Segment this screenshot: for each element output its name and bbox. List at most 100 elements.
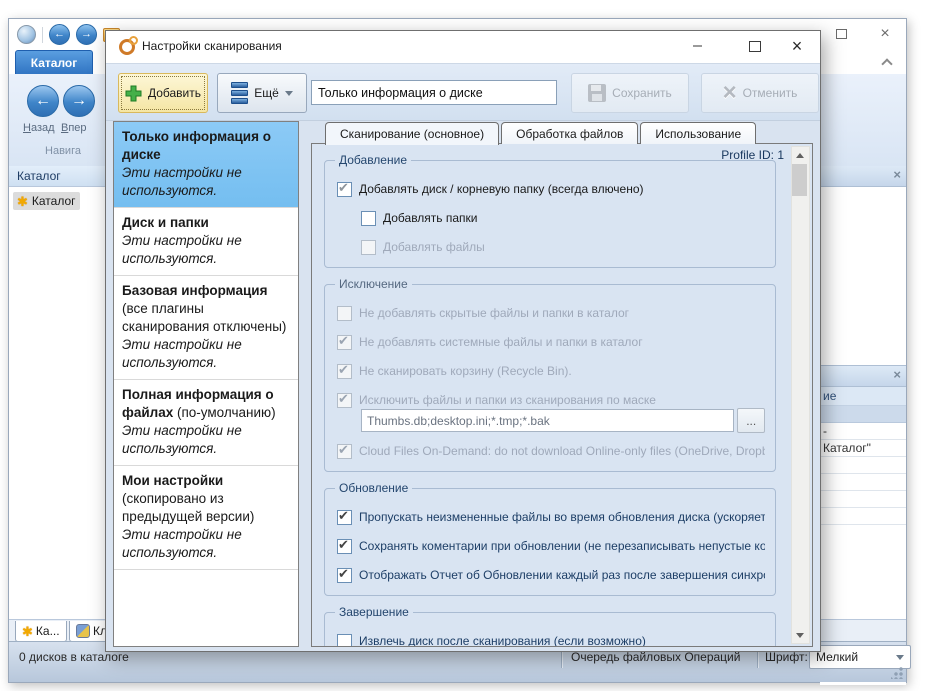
checkbox[interactable]: ✔ — [337, 633, 352, 646]
profile-list-item[interactable]: Мои настройки (скопировано из предыдущей… — [114, 466, 298, 570]
property-row[interactable] — [820, 474, 906, 491]
cancel-x-icon: × — [722, 79, 737, 106]
dialog-minimize-button[interactable] — [682, 33, 712, 59]
checkbox-row[interactable]: ✔ Не добавлять скрытые файлы и папки в к… — [337, 305, 765, 321]
checkbox-label: Пропускать неизмененные файлы во время о… — [359, 510, 765, 524]
close-icon[interactable]: × — [893, 168, 901, 181]
profile-list-item[interactable]: Полная информация о файлах (по-умолчанию… — [114, 380, 298, 466]
profile-list-item[interactable]: Базовая информация (все плагины сканиров… — [114, 276, 298, 380]
checkbox[interactable]: ✔ — [337, 442, 352, 459]
checkbox[interactable]: ✔ — [337, 537, 352, 554]
exclusion-mask-input[interactable] — [361, 409, 735, 432]
tab-label: Использование — [655, 126, 742, 141]
nav-back-button[interactable]: ← — [27, 85, 59, 117]
checkbox-label: Добавлять папки — [383, 211, 478, 225]
scroll-up-icon — [795, 152, 804, 158]
exclusion-mask-row: ... — [361, 408, 765, 433]
checkbox[interactable]: ✔ — [337, 333, 352, 350]
settings-tab-control: Сканирование (основное) Обработка файлов… — [311, 122, 813, 647]
more-button[interactable]: Ещё — [217, 73, 307, 113]
checkbox-list: ✔ Извлечь диск после сканирования (если … — [337, 633, 765, 646]
group-adding: Добавление ✔ Добавлять диск / корневую п… — [324, 153, 776, 268]
profile-title: Только информация о диске — [122, 129, 271, 162]
checkbox[interactable]: ✔ — [337, 362, 352, 379]
catalog-tree-item[interactable]: ✱ Каталог — [13, 192, 80, 210]
checkbox-label: Добавлять диск / корневую папку (всегда … — [359, 182, 644, 196]
tab[interactable]: Обработка файлов — [501, 122, 639, 144]
profile-title: Полная информация о файлах (по-умолчанию… — [122, 387, 276, 420]
qat-forward-icon[interactable]: → — [76, 24, 97, 45]
profile-list-item[interactable]: Диск и папки Эти настройки не используют… — [114, 208, 298, 276]
scroll-up-button[interactable] — [792, 147, 807, 163]
dialog-maximize-button[interactable] — [740, 33, 770, 59]
checkbox-row[interactable]: ✔ Отображать Отчет об Обновлении каждый … — [337, 566, 765, 583]
property-row[interactable]: Каталог" — [820, 440, 906, 457]
checkbox-row[interactable]: ✔ Исключить файлы и папки из сканировани… — [337, 391, 765, 408]
save-button[interactable]: Сохранить — [571, 73, 689, 113]
checkbox-row[interactable]: ✔ Добавлять диск / корневую папку (всегд… — [337, 180, 765, 197]
qat-back-icon[interactable]: ← — [49, 24, 70, 45]
checkbox-row[interactable]: ✔ Не сканировать корзину (Recycle Bin). — [337, 362, 765, 379]
property-header-row: ие — [820, 387, 906, 406]
profile-list-item[interactable]: Только информация о диске Эти настройки … — [114, 122, 298, 208]
checkbox[interactable]: ✔ — [337, 180, 352, 197]
property-row[interactable] — [820, 457, 906, 474]
profile-title: Базовая информация (все плагины сканиров… — [122, 283, 287, 334]
property-row[interactable] — [820, 508, 906, 525]
tab[interactable]: Сканирование (основное) — [325, 122, 500, 145]
nav-forward-button[interactable]: → — [63, 85, 95, 117]
checkbox[interactable]: ✔ — [337, 391, 352, 408]
profile-name-input[interactable] — [311, 80, 557, 105]
separator — [42, 26, 43, 43]
font-size-label: Шрифт: — [765, 650, 808, 664]
cancel-button[interactable]: × Отменить — [701, 73, 819, 113]
group-exclusion: Исключение ✔ Не добавлять скрытые файлы … — [324, 277, 776, 472]
checkbox[interactable]: ✔ — [337, 508, 352, 525]
dialog-close-button[interactable]: × — [782, 33, 812, 59]
ribbon-tab-catalog[interactable]: Каталог — [15, 50, 93, 75]
property-row[interactable]: - — [820, 423, 906, 440]
property-row[interactable] — [820, 491, 906, 508]
status-file-queue[interactable]: Очередь файловых Операций — [571, 650, 740, 664]
scroll-down-button[interactable] — [792, 627, 807, 643]
panel-a-header: × — [820, 166, 906, 187]
tab[interactable]: Использование — [640, 122, 757, 144]
close-icon[interactable]: × — [893, 368, 901, 381]
profile-note: Эти настройки не используются. — [122, 165, 242, 198]
panel-b-header: × — [820, 366, 906, 387]
browse-button[interactable]: ... — [737, 408, 765, 433]
nav-back-label: Назад — [23, 122, 55, 134]
checkbox[interactable]: ✔ — [337, 305, 352, 321]
resize-grip[interactable] — [891, 667, 903, 679]
checkbox-row[interactable]: ✔ Пропускать неизмененные файлы во время… — [337, 508, 765, 525]
font-size-value: Мелкий — [816, 650, 859, 664]
scrollbar-thumb[interactable] — [792, 164, 807, 196]
keys-icon — [76, 624, 90, 638]
tab-label: Сканирование (основное) — [340, 127, 485, 141]
checkbox-row[interactable]: ✔ Cloud Files On-Demand: do not download… — [337, 442, 765, 459]
checkbox[interactable]: ✔ — [361, 210, 376, 226]
checkbox-list: ✔ Пропускать неизмененные файлы во время… — [337, 508, 765, 583]
maximize-button[interactable] — [826, 23, 856, 45]
checkbox-label: Отображать Отчет об Обновлении каждый ра… — [359, 568, 765, 582]
vertical-scrollbar[interactable] — [791, 146, 810, 644]
app-globe-icon[interactable] — [17, 25, 36, 44]
add-profile-button[interactable]: Добавить — [118, 73, 208, 113]
close-button[interactable]: × — [870, 23, 900, 45]
bottom-tab-catalog[interactable]: ✱ Ка... — [15, 621, 67, 642]
catalog-star-icon: ✱ — [22, 623, 33, 639]
checkbox-row[interactable]: ✔ Добавлять папки — [361, 210, 765, 226]
checkbox[interactable]: ✔ — [337, 566, 352, 583]
checkbox-row[interactable]: ✔ Добавлять файлы — [361, 239, 765, 255]
checkbox-row[interactable]: ✔ Не добавлять системные файлы и папки в… — [337, 333, 765, 350]
ribbon-collapse-button[interactable] — [880, 57, 894, 70]
checkbox[interactable]: ✔ — [361, 239, 376, 255]
checkbox-row[interactable]: ✔ Извлечь диск после сканирования (если … — [337, 633, 765, 646]
checkbox-row[interactable]: ✔ Сохранять коментарии при обновлении (н… — [337, 537, 765, 554]
checkbox-label: Сохранять коментарии при обновлении (не … — [359, 539, 765, 553]
ribbon-group-label: Навига — [45, 145, 81, 157]
save-button-label: Сохранить — [612, 86, 672, 100]
save-icon — [588, 84, 607, 102]
font-size-select[interactable]: Мелкий — [809, 645, 911, 669]
profile-note: Эти настройки не используются. — [122, 527, 242, 560]
